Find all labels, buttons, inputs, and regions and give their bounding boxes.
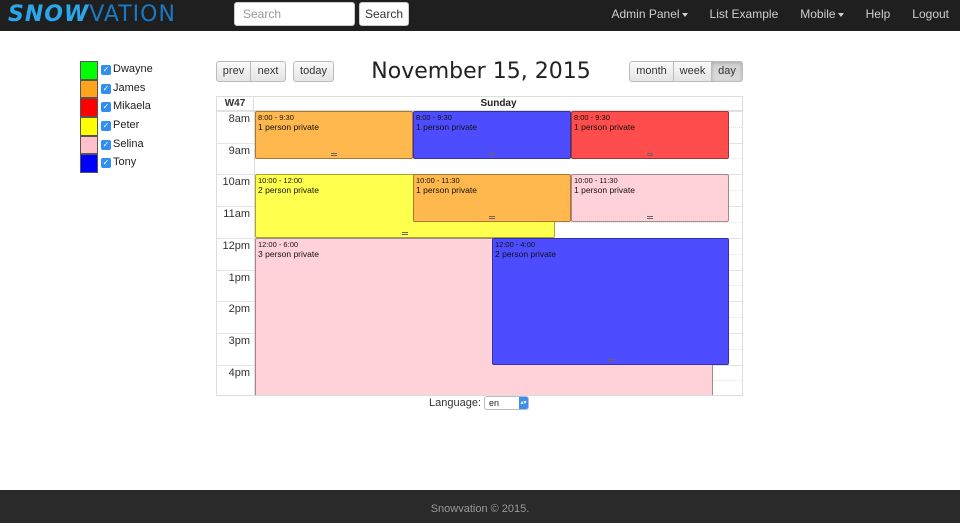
event-time: 12:00 - 4:00 bbox=[493, 239, 728, 249]
day-calendar: W47 Sunday 8am 9am 10am 11am 12pm 1pm 2pm 3pm 4p… bbox=[216, 96, 743, 396]
calendar-event[interactable]: 10:00 - 11:301 person private bbox=[571, 174, 729, 222]
legend-item-peter: ✓Peter bbox=[80, 117, 180, 136]
legend-label: Peter bbox=[113, 119, 139, 131]
resize-handle-icon[interactable] bbox=[647, 153, 653, 156]
week-view-button[interactable]: week bbox=[674, 61, 712, 82]
time-label: 11am bbox=[217, 206, 253, 222]
nav-link-list-example[interactable]: List Example bbox=[699, 0, 790, 31]
checkbox-checked-icon[interactable]: ✓ bbox=[101, 102, 111, 112]
nav-link-label: Help bbox=[866, 7, 891, 21]
calendar-legend: ✓Dwayne✓James✓Mikaela✓Peter✓Selina✓Tony bbox=[80, 61, 180, 173]
nav-link-label: Logout bbox=[912, 7, 949, 21]
event-time: 8:00 - 9:30 bbox=[572, 112, 728, 122]
week-number: W47 bbox=[217, 97, 254, 111]
legend-label: Tony bbox=[113, 156, 136, 168]
nav-link-mobile[interactable]: Mobile bbox=[789, 0, 854, 31]
event-title: 1 person private bbox=[256, 122, 412, 133]
time-label: 9am bbox=[217, 143, 253, 159]
resize-handle-icon[interactable] bbox=[489, 216, 495, 219]
nav-link-label: List Example bbox=[710, 7, 779, 21]
time-label: 10am bbox=[217, 174, 253, 190]
legend-label: Selina bbox=[113, 138, 144, 150]
time-label: 4pm bbox=[217, 365, 253, 381]
calendar-event[interactable]: 10:00 - 11:301 person private bbox=[413, 174, 571, 222]
resize-handle-icon[interactable] bbox=[608, 359, 614, 362]
color-swatch bbox=[80, 117, 98, 136]
legend-item-mikaela: ✓Mikaela bbox=[80, 98, 180, 117]
checkbox-checked-icon[interactable]: ✓ bbox=[101, 65, 111, 75]
time-label: 12pm bbox=[217, 238, 253, 254]
nav-links: Admin Panel List Example Mobile Help Logout bbox=[601, 0, 960, 31]
logo-bold-text: SNOW bbox=[8, 2, 89, 27]
checkbox-checked-icon[interactable]: ✓ bbox=[101, 140, 111, 150]
event-title: 1 person private bbox=[572, 122, 728, 133]
checkbox-checked-icon[interactable]: ✓ bbox=[101, 121, 111, 131]
snowvation-logo[interactable]: SNOWVATION bbox=[8, 4, 176, 26]
caret-down-icon bbox=[682, 13, 688, 17]
time-label: 1pm bbox=[217, 270, 253, 286]
calendar-event[interactable]: 12:00 - 4:002 person private bbox=[492, 238, 729, 365]
legend-item-james: ✓James bbox=[80, 80, 180, 99]
caret-down-icon bbox=[838, 13, 844, 17]
time-label: 8am bbox=[217, 111, 253, 127]
calendar-event[interactable]: 8:00 - 9:301 person private bbox=[413, 111, 571, 159]
day-view-button[interactable]: day bbox=[712, 61, 743, 82]
event-time: 8:00 - 9:30 bbox=[256, 112, 412, 122]
legend-label: Dwayne bbox=[113, 63, 153, 75]
next-button[interactable]: next bbox=[251, 61, 286, 82]
event-title: 2 person private bbox=[493, 249, 728, 260]
event-time: 8:00 - 9:30 bbox=[414, 112, 570, 122]
day-column-header: Sunday bbox=[254, 97, 743, 111]
nav-link-label: Admin Panel bbox=[612, 7, 680, 21]
event-time: 10:00 - 11:30 bbox=[572, 175, 728, 185]
event-title: 1 person private bbox=[572, 185, 728, 196]
legend-item-tony: ✓Tony bbox=[80, 154, 180, 173]
nav-link-help[interactable]: Help bbox=[855, 0, 902, 31]
legend-item-selina: ✓Selina bbox=[80, 136, 180, 155]
resize-handle-icon[interactable] bbox=[489, 153, 495, 156]
resize-handle-icon[interactable] bbox=[647, 216, 653, 219]
top-navbar: SNOWVATION Search Admin Panel List Exampl… bbox=[0, 0, 960, 31]
color-swatch bbox=[80, 80, 98, 99]
calendar-title: November 15, 2015 bbox=[356, 59, 606, 84]
time-grid[interactable]: 8am 9am 10am 11am 12pm 1pm 2pm 3pm 4pm 8:00 - 9:3… bbox=[217, 111, 743, 396]
time-label: 3pm bbox=[217, 333, 253, 349]
resize-handle-icon[interactable] bbox=[402, 232, 408, 235]
half-hour-line bbox=[254, 158, 743, 159]
event-time: 10:00 - 11:30 bbox=[414, 175, 570, 185]
select-arrow-icon: ▴▾ bbox=[519, 397, 528, 409]
legend-item-dwayne: ✓Dwayne bbox=[80, 61, 180, 80]
search-input[interactable] bbox=[234, 2, 355, 26]
legend-label: Mikaela bbox=[113, 100, 151, 112]
search-button[interactable]: Search bbox=[359, 2, 409, 26]
language-select[interactable]: en ▴▾ bbox=[484, 396, 529, 410]
nav-link-logout[interactable]: Logout bbox=[901, 0, 960, 31]
color-swatch bbox=[80, 98, 98, 117]
color-swatch bbox=[80, 61, 98, 80]
color-swatch bbox=[80, 154, 98, 173]
month-view-button[interactable]: month bbox=[629, 61, 674, 82]
checkbox-checked-icon[interactable]: ✓ bbox=[101, 84, 111, 94]
calendar-header: W47 Sunday bbox=[217, 97, 743, 111]
footer-text: Snowvation © 2015. bbox=[431, 503, 530, 515]
calendar-event[interactable]: 8:00 - 9:301 person private bbox=[571, 111, 729, 159]
resize-handle-icon[interactable] bbox=[331, 153, 337, 156]
event-title: 1 person private bbox=[414, 185, 570, 196]
time-label: 2pm bbox=[217, 301, 253, 317]
nav-link-admin-panel[interactable]: Admin Panel bbox=[601, 0, 699, 31]
legend-label: James bbox=[113, 82, 145, 94]
logo-light-text: VATION bbox=[89, 2, 176, 27]
nav-link-label: Mobile bbox=[800, 7, 835, 21]
language-value: en bbox=[489, 398, 499, 408]
color-swatch bbox=[80, 136, 98, 155]
today-button[interactable]: today bbox=[293, 61, 334, 82]
prev-button[interactable]: prev bbox=[216, 61, 251, 82]
calendar-event[interactable]: 8:00 - 9:301 person private bbox=[255, 111, 413, 159]
checkbox-checked-icon[interactable]: ✓ bbox=[101, 158, 111, 168]
page-footer: Snowvation © 2015. bbox=[0, 490, 960, 523]
language-label: Language: bbox=[429, 397, 481, 409]
event-title: 1 person private bbox=[414, 122, 570, 133]
